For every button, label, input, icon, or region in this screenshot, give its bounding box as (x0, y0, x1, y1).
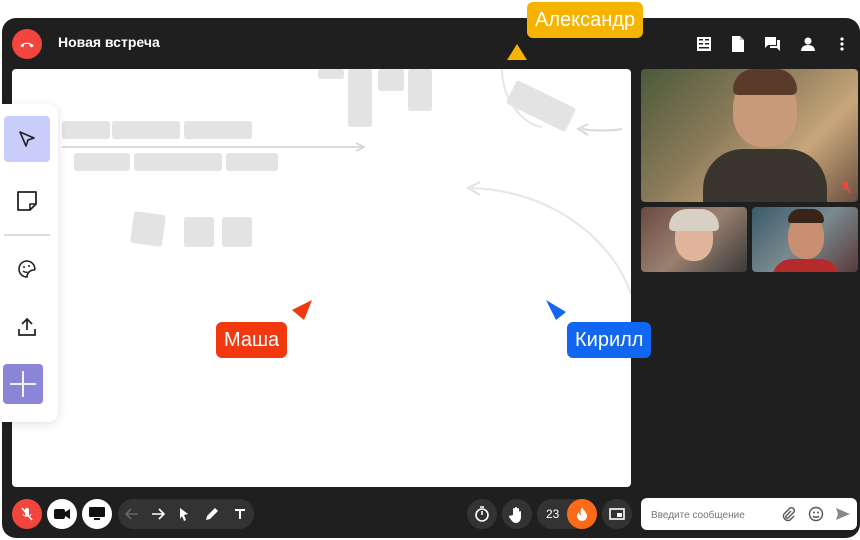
plus-icon (10, 371, 36, 397)
tools-divider (4, 234, 50, 236)
upload-icon (18, 317, 36, 336)
video-tile-main[interactable] (641, 69, 858, 202)
sticky-note-tool[interactable] (4, 178, 50, 224)
participant-hair (733, 69, 797, 95)
arrow-left-icon (125, 508, 138, 520)
person-icon (801, 37, 815, 51)
chat-button[interactable] (760, 32, 784, 56)
camera-toggle-button[interactable] (47, 499, 77, 529)
participant-hair (669, 209, 719, 231)
collaborator-cursor-arrow (292, 300, 312, 320)
sticker-tool[interactable] (4, 246, 50, 292)
participant-shirt (703, 149, 827, 202)
collaborator-cursor-arrow (546, 300, 566, 320)
undo-button[interactable] (122, 504, 142, 524)
hand-icon (509, 506, 521, 523)
participant-shirt (772, 259, 840, 272)
phone-hangup-icon (20, 42, 34, 48)
video-tile-3[interactable] (752, 207, 858, 272)
emoji-button[interactable] (808, 506, 824, 527)
attach-icon (782, 507, 795, 522)
sticker-icon (18, 260, 36, 278)
mic-off-icon (840, 180, 852, 194)
arrow-right-icon (152, 508, 165, 520)
whiteboard-canvas[interactable] (12, 69, 631, 487)
timer-icon (475, 506, 489, 522)
collaborator-cursor-arrow (507, 44, 527, 60)
collaborator-label-kirill: Кирилл (567, 322, 652, 358)
emoji-icon (808, 506, 824, 522)
collaborator-label-alexander: Александр (527, 2, 644, 38)
pip-button[interactable] (602, 499, 632, 529)
mic-toggle-button[interactable] (12, 499, 42, 529)
meeting-window: Новая встреча 23 Введите сообщение (2, 18, 860, 538)
hangup-button[interactable] (12, 29, 42, 59)
send-icon (836, 508, 850, 520)
board-tools-group (118, 499, 254, 529)
cursor-icon (19, 131, 35, 147)
mic-off-icon (21, 507, 33, 521)
meeting-title: Новая встреча (58, 34, 160, 50)
chat-input[interactable] (649, 504, 779, 526)
camera-icon (54, 509, 70, 519)
fire-reaction-button[interactable] (567, 499, 597, 529)
send-button[interactable] (835, 506, 851, 527)
text-tool[interactable] (230, 504, 250, 524)
picture-in-picture-icon (609, 508, 625, 520)
screen-share-icon (89, 507, 105, 520)
timer-button[interactable] (467, 499, 497, 529)
notes-icon (697, 37, 711, 51)
screen-share-button[interactable] (82, 499, 112, 529)
redo-button[interactable] (148, 504, 168, 524)
bottom-toolbar: 23 (2, 494, 860, 538)
chat-input-box (641, 498, 857, 530)
attach-button[interactable] (781, 506, 795, 527)
select-tool[interactable] (4, 116, 50, 162)
add-button[interactable] (3, 364, 43, 404)
text-icon (235, 509, 245, 519)
raise-hand-button[interactable] (502, 499, 532, 529)
more-button[interactable] (830, 32, 854, 56)
sticky-note-icon (17, 191, 37, 211)
participants-button[interactable] (796, 32, 820, 56)
participant-hair (788, 209, 824, 223)
pointer-icon (180, 508, 188, 521)
fire-icon (577, 506, 587, 521)
notes-button[interactable] (692, 32, 716, 56)
pointer-tool[interactable] (174, 504, 194, 524)
reaction-count: 23 (546, 507, 560, 521)
document-icon (732, 36, 744, 52)
document-button[interactable] (726, 32, 750, 56)
reactions-group: 23 (537, 499, 597, 529)
connector-lines (62, 69, 631, 295)
chat-icon (764, 37, 780, 51)
collaborator-label-masha: Маша (216, 322, 288, 358)
video-tile-2[interactable] (641, 207, 747, 272)
pen-icon (206, 508, 218, 520)
whiteboard-tools-panel (0, 104, 58, 422)
more-icon (840, 37, 844, 51)
upload-tool[interactable] (4, 304, 50, 350)
pen-tool[interactable] (202, 504, 222, 524)
